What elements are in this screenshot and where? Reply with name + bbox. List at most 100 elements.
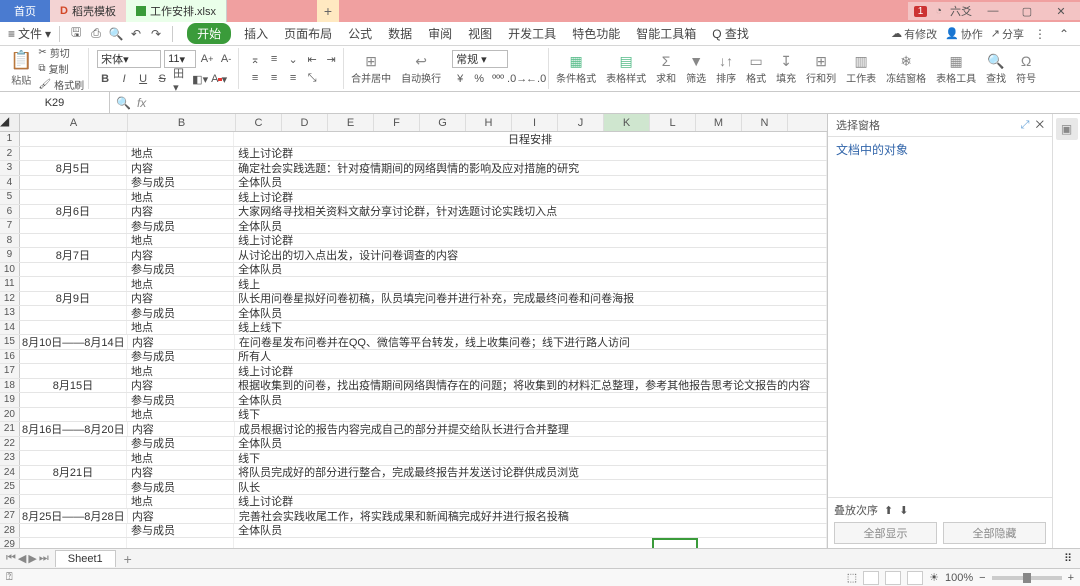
row-header[interactable]: 29: [0, 538, 20, 548]
col-header-E[interactable]: E: [328, 114, 374, 131]
ribbon-tab-devtools[interactable]: 开发工具: [505, 23, 559, 44]
row-header[interactable]: 10: [0, 263, 20, 277]
cell-C[interactable]: 大家网络寻找相关资料文献分享讨论群，针对选题讨论实践切入点: [234, 205, 827, 219]
add-sheet-button[interactable]: +: [116, 551, 140, 567]
col-header-J[interactable]: J: [558, 114, 604, 131]
align-center-icon[interactable]: ≡: [266, 70, 282, 86]
cell-A[interactable]: [20, 277, 127, 291]
input-mode-icon[interactable]: ⍰: [6, 571, 13, 584]
tab-template[interactable]: D稻壳模板: [50, 0, 126, 22]
ribbon-tab-start[interactable]: 开始: [187, 23, 231, 44]
find-button[interactable]: 🔍查找: [983, 48, 1009, 89]
select-tool-icon[interactable]: ▣: [1056, 118, 1078, 140]
view-break-icon[interactable]: [907, 571, 923, 585]
align-right-icon[interactable]: ≡: [285, 70, 301, 86]
cell-B[interactable]: 地点: [127, 408, 234, 422]
cell-C[interactable]: 完善社会实践收尾工作，将实践成果和新闻稿完成好并进行报名投稿: [235, 509, 827, 523]
cell-C[interactable]: 在问卷星发布问卷并在QQ、微信等平台转发，线上收集问卷；线下进行路人访问: [235, 335, 827, 349]
align-middle-icon[interactable]: ≡: [266, 51, 282, 67]
cell-C[interactable]: 线上讨论群: [234, 234, 827, 248]
cell-A[interactable]: [20, 147, 127, 161]
underline-button[interactable]: U: [135, 71, 151, 87]
cell-C[interactable]: 线下: [234, 451, 827, 465]
unpin-icon[interactable]: ⤢: [1021, 119, 1030, 131]
cell-A[interactable]: 8月25日——8月28日: [20, 509, 128, 523]
bring-forward-icon[interactable]: ⬆: [884, 504, 893, 517]
cell-C[interactable]: 队长用问卷星拟好问卷初稿，队员填完问卷并进行补充，完成最终问卷和问卷海报: [234, 292, 827, 306]
rowcol-button[interactable]: ⊞行和列: [803, 48, 839, 89]
col-header-L[interactable]: L: [650, 114, 696, 131]
increase-font-icon[interactable]: A+: [199, 51, 215, 67]
cell-B[interactable]: [127, 538, 234, 548]
cell-B[interactable]: 地点: [127, 364, 234, 378]
cell-B[interactable]: 地点: [127, 234, 234, 248]
table-row[interactable]: 10参与成员全体队员: [0, 263, 827, 278]
hide-all-button[interactable]: 全部隐藏: [943, 522, 1046, 544]
cell-C[interactable]: 线上讨论群: [234, 364, 827, 378]
undo-icon[interactable]: ↶: [128, 26, 144, 42]
cell-A[interactable]: 8月21日: [20, 466, 127, 480]
table-row[interactable]: 68月6日内容大家网络寻找相关资料文献分享讨论群，针对选题讨论实践切入点: [0, 205, 827, 220]
indent-increase-icon[interactable]: ⇥: [323, 51, 339, 67]
table-style-button[interactable]: ▤表格样式: [603, 48, 649, 89]
cell-A[interactable]: [20, 306, 127, 320]
cell-C[interactable]: 所有人: [234, 350, 827, 364]
strike-button[interactable]: S: [154, 71, 170, 87]
wrap-text-button[interactable]: ↩自动换行: [398, 48, 444, 89]
side-dots-icon[interactable]: ⠿: [1064, 553, 1072, 565]
coop-button[interactable]: 👤 协作: [945, 26, 983, 42]
row-header[interactable]: 12: [0, 292, 20, 306]
cell-C[interactable]: 线上线下: [234, 321, 827, 335]
currency-icon[interactable]: ¥: [452, 71, 468, 87]
ribbon-tab-insert[interactable]: 插入: [241, 23, 271, 44]
row-header[interactable]: 1: [0, 132, 20, 146]
unsaved-indicator[interactable]: ☁ 有修改: [891, 26, 937, 42]
align-top-icon[interactable]: ⌅: [247, 51, 263, 67]
cell-B[interactable]: 参与成员: [127, 219, 234, 233]
cell-B[interactable]: 内容: [127, 466, 234, 480]
align-left-icon[interactable]: ≡: [247, 70, 263, 86]
col-header-C[interactable]: C: [236, 114, 282, 131]
preview-icon[interactable]: 🔍: [108, 26, 124, 42]
align-bottom-icon[interactable]: ⌄: [285, 51, 301, 67]
cell-B[interactable]: 内容: [127, 161, 234, 175]
cell-C[interactable]: 确定社会实践选题：针对疫情期间的网络舆情的影响及应对措施的研究: [234, 161, 827, 175]
symbol-button[interactable]: Ω符号: [1013, 48, 1039, 89]
cell-A[interactable]: [20, 393, 127, 407]
minimize-button[interactable]: —: [980, 2, 1006, 20]
cell-B[interactable]: 参与成员: [127, 263, 234, 277]
row-header[interactable]: 14: [0, 321, 20, 335]
cell-B[interactable]: 地点: [127, 495, 234, 509]
row-header[interactable]: 9: [0, 248, 20, 262]
table-row[interactable]: 19参与成员全体队员: [0, 393, 827, 408]
table-row[interactable]: 28参与成员全体队员: [0, 524, 827, 539]
cell-B[interactable]: 参与成员: [127, 393, 234, 407]
row-header[interactable]: 11: [0, 277, 20, 291]
collapse-ribbon-icon[interactable]: ⌃: [1056, 26, 1072, 42]
sheet-first-icon[interactable]: ⏮: [6, 552, 16, 565]
col-header-F[interactable]: F: [374, 114, 420, 131]
view-normal-icon[interactable]: [863, 571, 879, 585]
decimal-increase-icon[interactable]: .0→: [509, 71, 525, 87]
table-row[interactable]: 1日程安排: [0, 132, 827, 147]
border-button[interactable]: 田▾: [173, 71, 189, 87]
table-row[interactable]: 218月16日——8月20日内容成员根据讨论的报告内容完成自己的部分并提交给队长…: [0, 422, 827, 437]
cell-B[interactable]: 参与成员: [127, 480, 234, 494]
cell-A[interactable]: 8月9日: [20, 292, 127, 306]
freeze-button[interactable]: ❄冻结窗格: [883, 48, 929, 89]
fill-color-button[interactable]: ◧▾: [192, 71, 208, 87]
cell-C[interactable]: 根据收集到的问卷，找出疫情期间网络舆情存在的问题；将收集到的材料汇总整理，参考其…: [234, 379, 827, 393]
ribbon-tab-smarttools[interactable]: 智能工具箱: [633, 23, 699, 44]
close-button[interactable]: ✕: [1048, 2, 1074, 20]
cell-B[interactable]: 地点: [127, 451, 234, 465]
table-row[interactable]: 158月10日——8月14日内容在问卷星发布问卷并在QQ、微信等平台转发，线上收…: [0, 335, 827, 350]
cell-A[interactable]: [20, 480, 127, 494]
col-header-K[interactable]: K: [604, 114, 650, 131]
ribbon-tab-formula[interactable]: 公式: [345, 23, 375, 44]
cell-A[interactable]: [20, 437, 127, 451]
fx-icon[interactable]: fx: [137, 96, 146, 110]
cell-B[interactable]: [127, 132, 234, 146]
add-tab-button[interactable]: +: [317, 0, 339, 22]
cell-C[interactable]: 全体队员: [234, 393, 827, 407]
row-header[interactable]: 4: [0, 176, 20, 190]
